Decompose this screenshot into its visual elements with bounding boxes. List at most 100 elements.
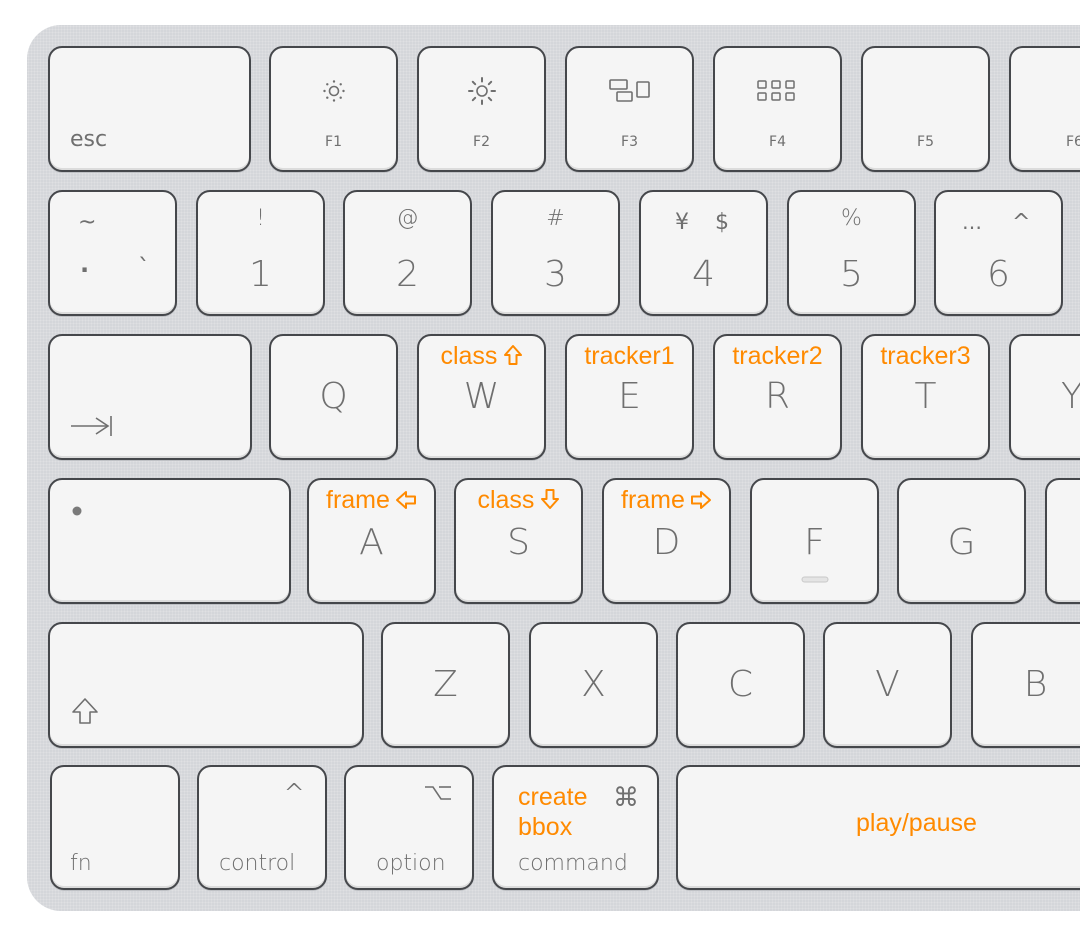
- key-b[interactable]: B: [971, 622, 1080, 748]
- key-symbol-bottom-right: `: [138, 254, 150, 282]
- key-main: F: [804, 522, 825, 563]
- annotation-label: tracker2: [732, 342, 823, 370]
- key-main: Y: [1061, 376, 1080, 417]
- key-main: T: [914, 376, 937, 417]
- key-symbol-top: %: [841, 206, 862, 231]
- key-6[interactable]: … ^ 6: [934, 190, 1063, 316]
- arrow-up-icon: [503, 344, 523, 366]
- option-symbol-icon: [424, 785, 452, 801]
- shift-icon: [70, 696, 100, 726]
- annotation-label-line1: create: [518, 783, 588, 811]
- key-symbol-top: !: [256, 206, 265, 231]
- key-main: A: [359, 522, 384, 563]
- key-main: E: [618, 376, 641, 417]
- key-label: F6: [1066, 134, 1080, 150]
- key-label: F1: [325, 134, 342, 150]
- key-label: F4: [769, 134, 786, 150]
- caps-lock-indicator-icon: [72, 506, 82, 516]
- annotation-label: frame: [326, 486, 390, 514]
- key-y[interactable]: Y: [1009, 334, 1080, 460]
- key-annotation: frame: [309, 486, 434, 515]
- key-s[interactable]: class S: [454, 478, 583, 604]
- key-main: V: [875, 664, 900, 705]
- key-f5[interactable]: F5: [861, 46, 990, 172]
- key-main: W: [463, 376, 500, 417]
- launchpad-icon: [757, 79, 797, 103]
- key-w[interactable]: class W: [417, 334, 546, 460]
- key-f2[interactable]: F2: [417, 46, 546, 172]
- key-tilde[interactable]: ~ · `: [48, 190, 177, 316]
- key-x[interactable]: X: [529, 622, 658, 748]
- key-3[interactable]: # 3: [491, 190, 620, 316]
- key-command[interactable]: create bbox ⌘ command: [492, 765, 659, 890]
- key-5[interactable]: % 5: [787, 190, 916, 316]
- home-row-bump-icon: [801, 576, 829, 584]
- tab-icon: [70, 414, 114, 438]
- brightness-up-icon: [467, 76, 497, 106]
- control-symbol-icon: ^: [283, 779, 305, 809]
- annotation-label: class: [440, 342, 498, 370]
- key-symbol-top-left: …: [962, 210, 982, 234]
- key-z[interactable]: Z: [381, 622, 510, 748]
- key-main: 4: [692, 254, 715, 295]
- key-tab[interactable]: [48, 334, 252, 460]
- key-a[interactable]: frame A: [307, 478, 436, 604]
- key-c[interactable]: C: [676, 622, 805, 748]
- key-f4[interactable]: F4: [713, 46, 842, 172]
- key-q[interactable]: Q: [269, 334, 398, 460]
- key-main: Q: [319, 376, 348, 417]
- key-h[interactable]: [1045, 478, 1080, 604]
- key-g[interactable]: G: [897, 478, 1026, 604]
- key-d[interactable]: frame D: [602, 478, 731, 604]
- key-label: F2: [473, 134, 490, 150]
- key-esc[interactable]: esc: [48, 46, 251, 172]
- key-annotation: tracker2: [715, 342, 840, 371]
- key-main: R: [764, 376, 790, 417]
- key-fn[interactable]: fn: [50, 765, 180, 890]
- key-label: F5: [917, 134, 934, 150]
- key-f3[interactable]: F3: [565, 46, 694, 172]
- key-f6[interactable]: F6: [1009, 46, 1080, 172]
- key-v[interactable]: V: [823, 622, 952, 748]
- key-space[interactable]: play/pause: [676, 765, 1080, 890]
- key-label: fn: [70, 851, 92, 876]
- key-annotation: frame: [604, 486, 729, 515]
- key-t[interactable]: tracker3 T: [861, 334, 990, 460]
- key-caps-lock[interactable]: [48, 478, 291, 604]
- key-control[interactable]: ^ control: [197, 765, 327, 890]
- brightness-down-icon: [321, 78, 347, 104]
- key-f1[interactable]: F1: [269, 46, 398, 172]
- key-main: C: [727, 664, 754, 705]
- command-symbol-icon: ⌘: [613, 783, 639, 813]
- key-option[interactable]: option: [344, 765, 474, 890]
- key-shift[interactable]: [48, 622, 364, 748]
- key-label: command: [518, 851, 628, 876]
- key-1[interactable]: ! 1: [196, 190, 325, 316]
- key-2[interactable]: @ 2: [343, 190, 472, 316]
- key-main: B: [1023, 664, 1048, 705]
- key-main: X: [581, 664, 606, 705]
- key-main: 1: [249, 254, 272, 295]
- annotation-label: tracker1: [584, 342, 675, 370]
- key-symbol-top-right: ^: [1012, 210, 1031, 235]
- key-label: F3: [621, 134, 638, 150]
- key-4[interactable]: ¥ $ 4: [639, 190, 768, 316]
- key-label: option: [376, 851, 446, 876]
- key-symbol-bottom-left: ·: [80, 256, 90, 284]
- key-r[interactable]: tracker2 R: [713, 334, 842, 460]
- key-annotation: tracker1: [567, 342, 692, 371]
- arrow-down-icon: [540, 488, 560, 510]
- mission-control-icon: [609, 78, 653, 104]
- key-main: G: [947, 522, 976, 563]
- key-f[interactable]: F: [750, 478, 879, 604]
- annotation-label: class: [477, 486, 535, 514]
- annotation-label: frame: [621, 486, 685, 514]
- key-e[interactable]: tracker1 E: [565, 334, 694, 460]
- arrow-left-icon: [395, 490, 417, 510]
- arrow-right-icon: [690, 490, 712, 510]
- annotation-label: play/pause: [856, 809, 977, 837]
- key-symbol-top: @: [396, 206, 419, 231]
- key-symbol-top: #: [546, 206, 565, 231]
- key-label: esc: [70, 127, 108, 152]
- key-main: S: [507, 522, 530, 563]
